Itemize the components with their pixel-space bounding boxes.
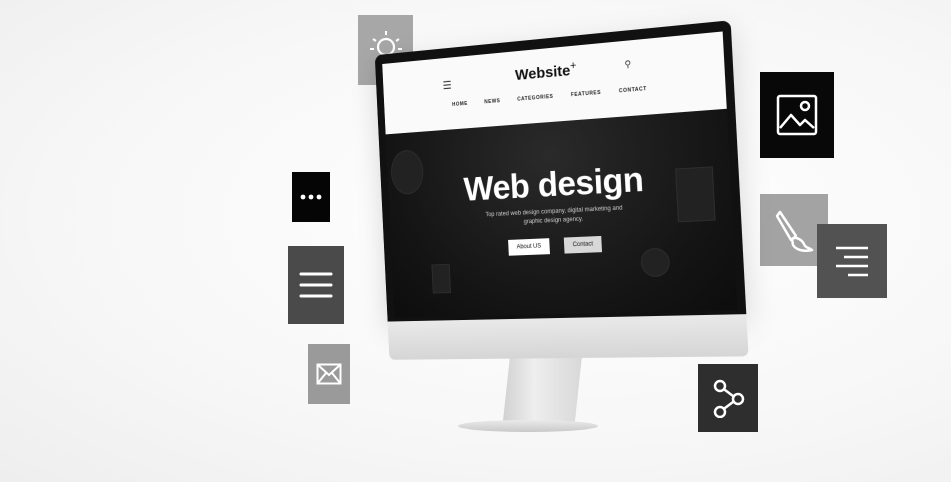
- text-align-tile: [817, 224, 887, 298]
- mail-tile: [308, 344, 350, 404]
- monitor-chin: [387, 314, 749, 360]
- hero-subtitle: Top rated web design company, digital ma…: [485, 205, 623, 226]
- monitor-bezel: ☰ Website+ ⚲ HOME NEWS CATEGORIES FEATUR…: [374, 20, 747, 322]
- nav-item-categories[interactable]: CATEGORIES: [517, 94, 553, 103]
- cup-decoration: [640, 247, 671, 278]
- more-dots-icon: [300, 194, 322, 200]
- paint-brush-icon: [775, 210, 814, 252]
- monitor-screen: ☰ Website+ ⚲ HOME NEWS CATEGORIES FEATUR…: [382, 31, 738, 318]
- nav-item-contact[interactable]: CONTACT: [619, 86, 647, 94]
- website-header: ☰ Website+ ⚲ HOME NEWS CATEGORIES FEATUR…: [382, 31, 727, 135]
- contact-button[interactable]: Contact: [563, 235, 603, 254]
- nav-item-news[interactable]: NEWS: [484, 98, 500, 105]
- text-align-icon: [836, 246, 868, 277]
- monitor-stand-base: [458, 420, 598, 432]
- monitor-stand-neck: [502, 356, 582, 430]
- monitor: ☰ Website+ ⚲ HOME NEWS CATEGORIES FEATUR…: [374, 20, 749, 360]
- brand-plus: +: [569, 59, 577, 73]
- share-icon: [713, 379, 745, 418]
- more-tile: [292, 172, 330, 222]
- about-us-button[interactable]: About US: [507, 238, 551, 256]
- nav-item-features[interactable]: FEATURES: [571, 90, 601, 99]
- tablet-decoration: [431, 263, 452, 294]
- hero-buttons: About US Contact: [391, 226, 734, 260]
- image-tile: [760, 72, 834, 158]
- share-tile: [698, 364, 758, 432]
- text-lines-icon: [299, 272, 333, 298]
- text-lines-tile: [288, 246, 344, 324]
- nav-item-home[interactable]: HOME: [452, 101, 468, 108]
- scene: ☰ Website+ ⚲ HOME NEWS CATEGORIES FEATUR…: [0, 0, 951, 482]
- image-icon: [776, 94, 818, 136]
- mail-icon: [316, 363, 342, 385]
- search-icon[interactable]: ⚲: [624, 59, 631, 71]
- brand-name: Website: [514, 62, 571, 84]
